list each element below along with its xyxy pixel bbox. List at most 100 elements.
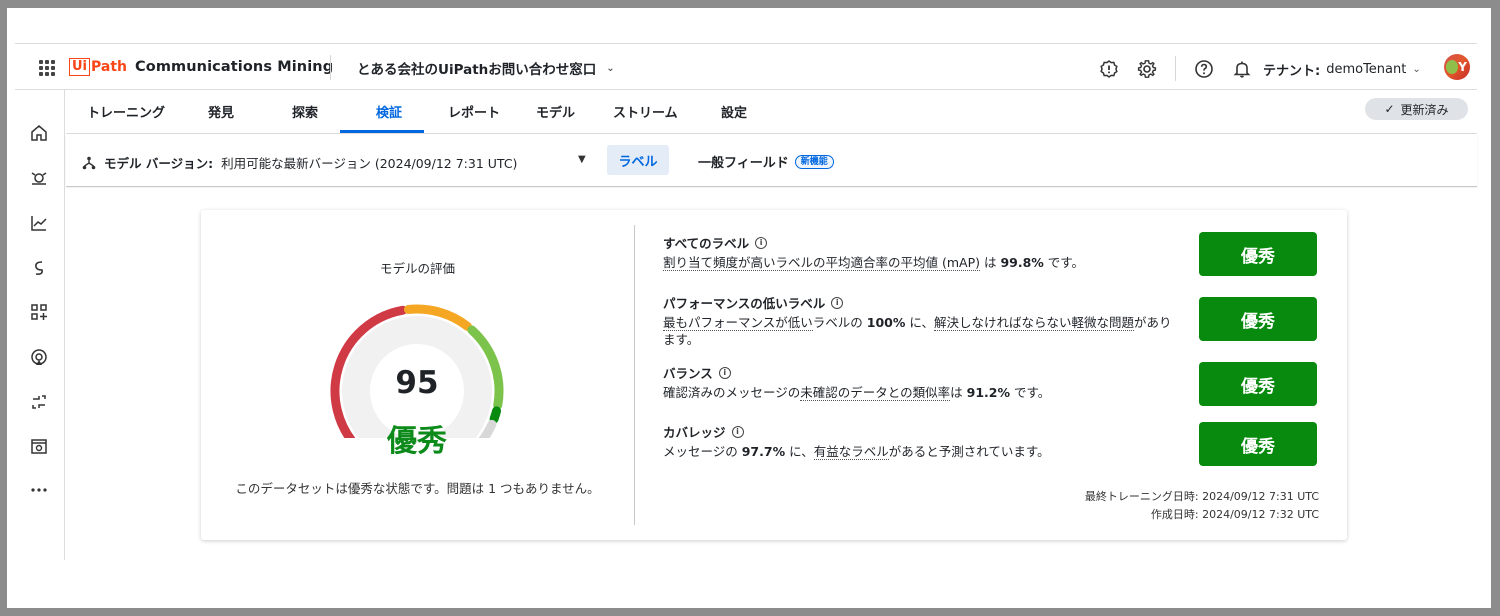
last-trained-label: 最終トレーニング日時:: [1084, 490, 1199, 503]
metric-text: です。: [1010, 385, 1051, 400]
chevron-down-icon: ⌄: [606, 62, 615, 74]
metric-text: は: [980, 255, 1001, 270]
top-icons: [1099, 56, 1252, 81]
training-dates: 最終トレーニング日時: 2024/09/12 7:31 UTC 作成日時: 20…: [1085, 488, 1319, 524]
created-value: 2024/09/12 7:32 UTC: [1202, 508, 1319, 521]
product-name: Communications Mining: [135, 59, 334, 75]
building-icon[interactable]: [29, 436, 49, 456]
metric-link[interactable]: 解決しなければならない軽微な問題: [933, 315, 1134, 331]
grade-button-coverage[interactable]: 優秀: [1199, 422, 1317, 466]
model-rating-card: モデルの評価 95 優秀 このデータセットは優秀な状態です。問題は 1 つもあり…: [201, 210, 1347, 540]
tab-models[interactable]: モデル: [536, 102, 575, 121]
created-label: 作成日時:: [1150, 508, 1199, 521]
info-icon[interactable]: i: [718, 366, 731, 379]
more-icon[interactable]: [29, 480, 49, 500]
tenant-label: テナント:: [1263, 64, 1321, 79]
metric-value: 99.8%: [1000, 255, 1044, 270]
metric-value: 91.2%: [966, 385, 1011, 400]
divider: [1175, 56, 1176, 81]
tab-explore[interactable]: 探索: [292, 102, 318, 121]
rating-summary: このデータセットは優秀な状態です。問題は 1 つもありません。: [235, 481, 600, 496]
metric-description: 確認済みのメッセージの未確認のデータとの類似率は 91.2% です。: [663, 384, 1183, 401]
rating-grade: 優秀: [387, 424, 447, 459]
card-divider: [634, 225, 635, 525]
model-version-selector[interactable]: モデル バージョン: 利用可能な最新バージョン (2024/09/12 7:31…: [82, 153, 517, 172]
metric-text: ラベルの: [812, 315, 867, 330]
metric-coverage: カバレッジ i メッセージの 97.7% に、有益なラベルがあると予測されていま…: [663, 422, 1183, 460]
tab-streams[interactable]: ストリーム: [613, 102, 678, 121]
tab-settings[interactable]: 設定: [721, 102, 747, 121]
discover-icon[interactable]: [29, 168, 49, 188]
apps-grid-icon[interactable]: [39, 60, 55, 76]
apps-add-icon[interactable]: [29, 302, 49, 322]
chart-icon[interactable]: [29, 213, 49, 233]
metric-description: 最もパフォーマンスが低いラベルの 100% に、解決しなければならない軽微な問題…: [663, 314, 1183, 348]
project-selector[interactable]: とある会社のUiPathお問い合わせ窓口 ⌄: [357, 58, 615, 78]
general-fields-label: 一般フィールド: [698, 156, 789, 171]
signal-icon[interactable]: [29, 347, 49, 367]
tenant-name: demoTenant: [1326, 62, 1407, 77]
metric-value: 97.7%: [741, 444, 786, 459]
refresh-status-button[interactable]: ✓ 更新済み: [1365, 98, 1468, 120]
info-icon[interactable]: i: [755, 236, 768, 249]
divider: [330, 55, 331, 80]
metric-all-labels: すべてのラベル i 割り当て頻度が高いラベルの平均適合率の平均値 (mAP) は…: [663, 233, 1183, 271]
top-bar: Ui Path Communications Mining とある会社のUiPa…: [15, 43, 1477, 90]
logo-ui: Ui: [69, 58, 91, 76]
metric-text: に、: [785, 444, 814, 459]
metric-text: は: [950, 385, 967, 400]
alert-icon[interactable]: [1099, 59, 1119, 79]
metric-link[interactable]: 割り当て頻度が高いラベルの平均適合率の平均値 (mAP): [663, 255, 980, 271]
metric-link[interactable]: 未確認のデータとの類似率: [800, 385, 951, 401]
info-icon[interactable]: i: [731, 425, 744, 438]
metric-link[interactable]: 最もパフォーマンスが低い: [663, 315, 813, 331]
model-version-label: モデル バージョン:: [104, 156, 214, 171]
metric-title: カバレッジ: [663, 425, 726, 440]
tab-validation[interactable]: 検証: [376, 102, 402, 121]
metric-text: メッセージの: [663, 444, 742, 459]
metric-text: に、: [905, 315, 934, 330]
gear-icon[interactable]: [1137, 59, 1157, 79]
metric-balance: バランス i 確認済みのメッセージの未確認のデータとの類似率は 91.2% です…: [663, 363, 1183, 401]
model-version-value: 利用可能な最新バージョン (2024/09/12 7:31 UTC): [221, 156, 518, 171]
logo-path: Path: [91, 59, 128, 75]
info-icon[interactable]: i: [831, 296, 844, 309]
main-content: モデルの評価 95 優秀 このデータセットは優秀な状態です。問題は 1 つもあり…: [66, 188, 1477, 560]
metric-text: があると予測されています。: [888, 444, 1050, 459]
rating-title: モデルの評価: [379, 261, 455, 276]
refresh-label: 更新済み: [1400, 102, 1449, 117]
avatar[interactable]: Y: [1444, 54, 1470, 80]
project-name: とある会社のUiPathお問い合わせ窓口: [357, 62, 597, 78]
model-tree-icon: [82, 156, 96, 169]
metric-text: です。: [1043, 255, 1085, 270]
integration-icon[interactable]: [29, 392, 49, 412]
main-tabs: トレーニング 発見 探索 検証 レポート モデル ストリーム 設定 ✓ 更新済み: [66, 90, 1477, 134]
check-icon: ✓: [1384, 102, 1395, 116]
tab-discover[interactable]: 発見: [208, 102, 234, 121]
metric-link[interactable]: 有益なラベル: [813, 444, 889, 460]
caret-down-icon[interactable]: ▼: [578, 154, 586, 165]
uipath-logo[interactable]: Ui Path Communications Mining: [69, 57, 333, 77]
grade-button-balance[interactable]: 優秀: [1199, 362, 1317, 406]
tab-reports[interactable]: レポート: [448, 102, 500, 121]
home-icon[interactable]: [29, 123, 49, 143]
grade-button-low-performance[interactable]: 優秀: [1199, 297, 1317, 341]
general-fields-tab[interactable]: 一般フィールド 新機能: [698, 152, 834, 171]
grade-button-all-labels[interactable]: 優秀: [1199, 232, 1317, 276]
metric-description: 割り当て頻度が高いラベルの平均適合率の平均値 (mAP) は 99.8% です。: [663, 254, 1183, 271]
active-tab-indicator: [340, 130, 424, 133]
bell-icon[interactable]: [1232, 59, 1252, 79]
tab-training[interactable]: トレーニング: [87, 102, 165, 121]
metric-text: 確認済みのメッセージの: [663, 385, 801, 400]
stream-icon[interactable]: [29, 258, 49, 278]
last-trained-value: 2024/09/12 7:31 UTC: [1202, 490, 1319, 503]
metric-description: メッセージの 97.7% に、有益なラベルがあると予測されています。: [663, 443, 1183, 460]
metric-title: バランス: [663, 366, 713, 381]
help-icon[interactable]: [1194, 59, 1214, 79]
metric-low-performance-labels: パフォーマンスの低いラベル i 最もパフォーマンスが低いラベルの 100% に、…: [663, 293, 1183, 348]
rating-score: 95: [395, 365, 439, 401]
new-badge: 新機能: [794, 154, 834, 169]
metric-value: 100%: [866, 315, 906, 330]
tenant-selector[interactable]: テナント: demoTenant ⌄: [1263, 60, 1421, 79]
labels-tab[interactable]: ラベル: [607, 145, 669, 175]
